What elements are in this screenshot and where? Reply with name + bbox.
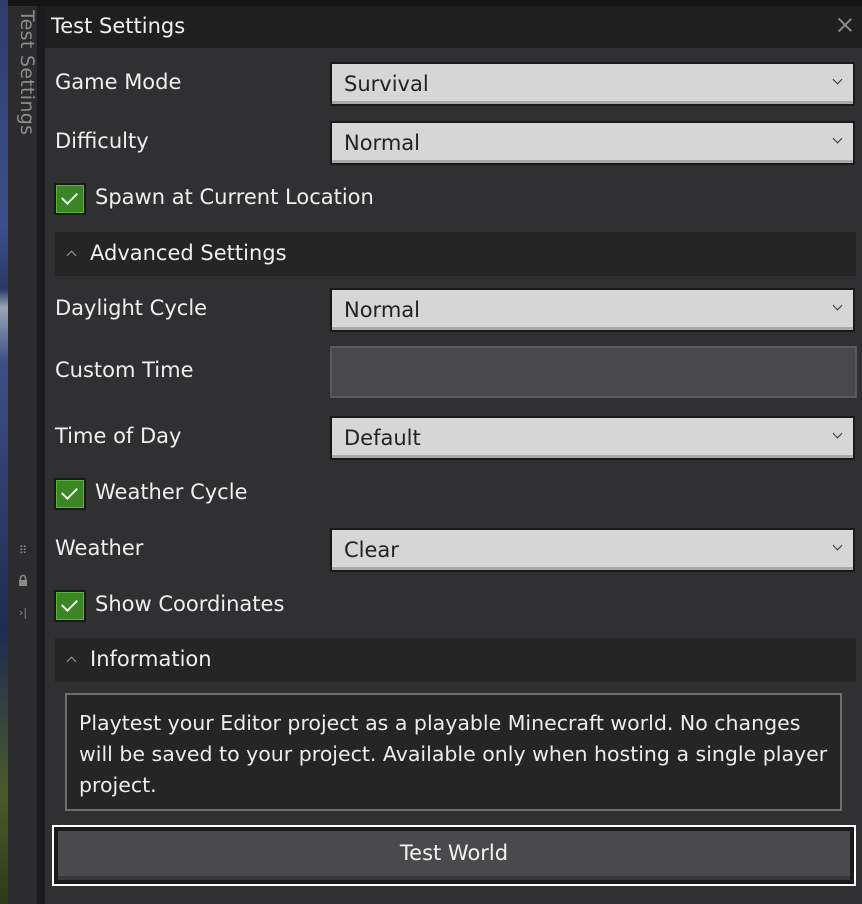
chevron-up-icon [67,252,75,260]
daylight-cycle-label: Daylight Cycle [55,296,208,320]
spawn-current-checkbox[interactable] [54,183,86,215]
custom-time-label: Custom Time [55,358,194,382]
information-text: Playtest your Editor project as a playab… [65,693,842,811]
checkmark-icon [61,188,78,205]
game-mode-value: Survival [344,72,429,96]
time-of-day-value: Default [344,426,421,450]
difficulty-value: Normal [344,131,420,155]
collapse-panel-icon[interactable]: ›| [16,606,30,620]
checkmark-icon [61,483,78,500]
chevron-down-icon [833,77,843,87]
chevron-down-icon [833,543,843,553]
time-of-day-label: Time of Day [55,424,182,448]
game-viewport-background [0,0,8,904]
daylight-cycle-dropdown[interactable]: Normal [330,288,855,332]
chevron-down-icon [833,303,843,313]
test-world-button-face: Test World [58,831,850,880]
time-of-day-dropdown[interactable]: Default [330,416,855,460]
advanced-settings-label: Advanced Settings [90,241,287,265]
information-section-header[interactable]: Information [55,638,856,682]
checkmark-icon [61,595,78,612]
difficulty-label: Difficulty [55,129,149,153]
chevron-up-icon [67,658,75,666]
weather-value: Clear [344,538,399,562]
drag-handle-icon[interactable]: ⠿ [16,544,30,558]
game-mode-dropdown[interactable]: Survival [330,62,855,106]
daylight-cycle-value: Normal [344,298,420,322]
chevron-down-icon [833,431,843,441]
weather-dropdown[interactable]: Clear [330,528,855,572]
lock-icon[interactable] [16,574,30,588]
panel-title: Test Settings [51,14,186,38]
test-world-button-label: Test World [399,841,509,865]
weather-cycle-checkbox[interactable] [54,478,86,510]
side-rail: Test Settings ⠿ ›| [8,6,38,904]
information-label: Information [90,647,212,671]
show-coordinates-label: Show Coordinates [95,592,285,616]
chevron-down-icon [833,136,843,146]
weather-label: Weather [55,536,144,560]
test-world-button[interactable]: Test World [52,825,856,886]
panel-titlebar: Test Settings [45,6,862,48]
advanced-settings-section-header[interactable]: Advanced Settings [55,232,856,276]
close-icon[interactable] [836,16,854,34]
game-mode-label: Game Mode [55,70,182,94]
show-coordinates-checkbox[interactable] [54,590,86,622]
custom-time-input[interactable] [330,346,857,398]
difficulty-dropdown[interactable]: Normal [330,121,855,165]
spawn-current-label: Spawn at Current Location [95,185,374,209]
weather-cycle-label: Weather Cycle [95,480,248,504]
test-settings-panel: Test Settings Game Mode Survival Difficu… [45,6,862,904]
side-tab-test-settings[interactable]: Test Settings [16,10,38,135]
